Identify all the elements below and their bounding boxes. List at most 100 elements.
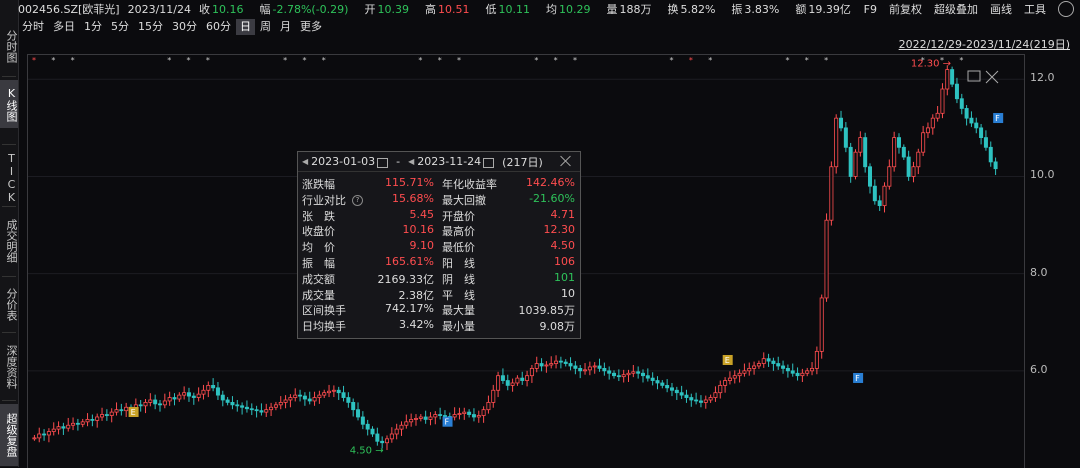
candle xyxy=(554,355,559,369)
start-date[interactable]: 2023-01-03 xyxy=(311,155,375,168)
candle xyxy=(829,161,834,226)
period-tab-8[interactable]: 周 xyxy=(256,19,275,35)
forward-adjust-button[interactable]: 前复权 xyxy=(889,1,922,17)
candle xyxy=(752,361,757,375)
candle xyxy=(583,363,588,375)
interval-stats-panel: ◀ 2023-01-03 - ◀ 2023-11-24 (217日) 涨跌幅 11… xyxy=(297,151,581,339)
candle xyxy=(481,406,486,423)
avg-value: 10.29 xyxy=(558,3,591,16)
calendar-icon[interactable] xyxy=(377,157,389,168)
settings-circle-icon[interactable] xyxy=(1058,1,1074,17)
vol-value: 188万 xyxy=(619,3,652,16)
period-tab-2[interactable]: 1分 xyxy=(80,19,106,35)
low-value: 10.11 xyxy=(498,3,530,16)
tab-divider xyxy=(2,276,16,277)
stat-value: 2169.33亿 xyxy=(377,272,435,286)
event-star-icon: * xyxy=(206,56,210,65)
event-star-icon: * xyxy=(805,56,809,65)
f9-button[interactable]: F9 xyxy=(864,3,877,16)
min-price-label: 4.50 → xyxy=(350,446,384,457)
stock-code[interactable]: 002456.SZ[欧菲光] xyxy=(18,1,120,17)
candle xyxy=(882,182,887,213)
left-tab-1[interactable]: K线图 xyxy=(0,80,18,128)
candle xyxy=(911,161,916,183)
stat-value: 3.42% xyxy=(399,318,434,332)
candle xyxy=(413,414,418,426)
left-tab-4[interactable]: 分价表 xyxy=(0,280,18,328)
candle xyxy=(254,405,259,418)
turn-label: 换 xyxy=(667,3,679,16)
candle xyxy=(954,77,959,104)
period-tab-9[interactable]: 月 xyxy=(276,19,295,35)
prev-date-arrow-icon[interactable]: ◀ xyxy=(302,157,308,166)
candle xyxy=(790,363,795,377)
super-overlay-button[interactable]: 超级叠加 xyxy=(934,1,978,17)
svg-text:E: E xyxy=(725,356,730,365)
tools-button[interactable]: 工具 xyxy=(1024,1,1046,17)
left-tab-6[interactable]: 超级复盘 xyxy=(0,404,18,466)
candle xyxy=(491,384,496,408)
stat-value: 10 xyxy=(561,286,575,300)
close-value: 10.16 xyxy=(212,3,244,16)
period-tab-0[interactable]: 分时 xyxy=(18,19,48,35)
period-tab-1[interactable]: 多日 xyxy=(49,19,79,35)
tab-divider xyxy=(2,206,16,207)
candle xyxy=(776,356,781,370)
event-star-icon: * xyxy=(554,56,558,65)
candle xyxy=(336,386,341,400)
candle xyxy=(636,366,641,379)
draw-line-button[interactable]: 画线 xyxy=(990,1,1012,17)
candle xyxy=(476,410,481,423)
candle xyxy=(732,370,737,384)
left-tab-0[interactable]: 分时图 xyxy=(0,22,18,70)
candle xyxy=(273,401,278,411)
y-tick-label: 8.0 xyxy=(1030,265,1048,279)
end-date[interactable]: 2023-11-24 xyxy=(417,155,481,168)
period-tab-4[interactable]: 15分 xyxy=(134,19,167,35)
candle xyxy=(650,372,655,386)
candle xyxy=(389,427,394,443)
date-range-label[interactable]: 2022/12/29-2023/11/24(219日) xyxy=(899,36,1070,52)
candle xyxy=(660,380,665,389)
svg-text:F: F xyxy=(995,114,1000,123)
event-star-icon: * xyxy=(302,56,306,65)
candle xyxy=(307,391,312,405)
candle xyxy=(568,357,573,371)
candle xyxy=(56,421,61,435)
tab-divider xyxy=(2,332,16,333)
close-icon[interactable] xyxy=(560,155,572,167)
candle xyxy=(423,410,428,424)
period-tab-3[interactable]: 5分 xyxy=(107,19,133,35)
left-tab-2[interactable]: TICK xyxy=(0,148,18,208)
calendar-icon[interactable] xyxy=(483,157,495,168)
candle xyxy=(104,409,109,421)
candle xyxy=(597,358,602,372)
candle xyxy=(940,83,945,119)
period-tab-6[interactable]: 60分 xyxy=(202,19,235,35)
event-marker-icon: F xyxy=(442,416,453,427)
stat-label: 阴 线 xyxy=(442,272,475,286)
candle xyxy=(718,380,723,399)
period-tab-10[interactable]: 更多 xyxy=(296,19,326,35)
candle xyxy=(206,381,211,398)
stat-label: 振 幅 xyxy=(302,257,335,270)
event-star-icon: * xyxy=(283,56,287,65)
candle xyxy=(573,361,578,375)
period-tab-7[interactable]: 日 xyxy=(236,18,255,35)
candle xyxy=(249,403,254,416)
stats-header: ◀ 2023-01-03 - ◀ 2023-11-24 (217日) xyxy=(298,152,580,172)
left-tab-3[interactable]: 成交明细 xyxy=(0,210,18,272)
next-date-arrow-icon[interactable]: ◀ xyxy=(408,157,414,166)
candle xyxy=(640,369,645,383)
help-icon[interactable]: ? xyxy=(352,194,363,206)
event-star-icon: * xyxy=(438,56,442,65)
candle xyxy=(331,385,336,398)
event-star-icon: * xyxy=(187,56,191,65)
left-tab-5[interactable]: 深度资料 xyxy=(0,336,18,398)
candle xyxy=(785,364,790,378)
candle xyxy=(356,402,361,421)
period-tab-5[interactable]: 30分 xyxy=(168,19,201,35)
candle xyxy=(761,352,766,368)
candle xyxy=(370,426,375,437)
event-marker-icon: E xyxy=(722,354,733,365)
